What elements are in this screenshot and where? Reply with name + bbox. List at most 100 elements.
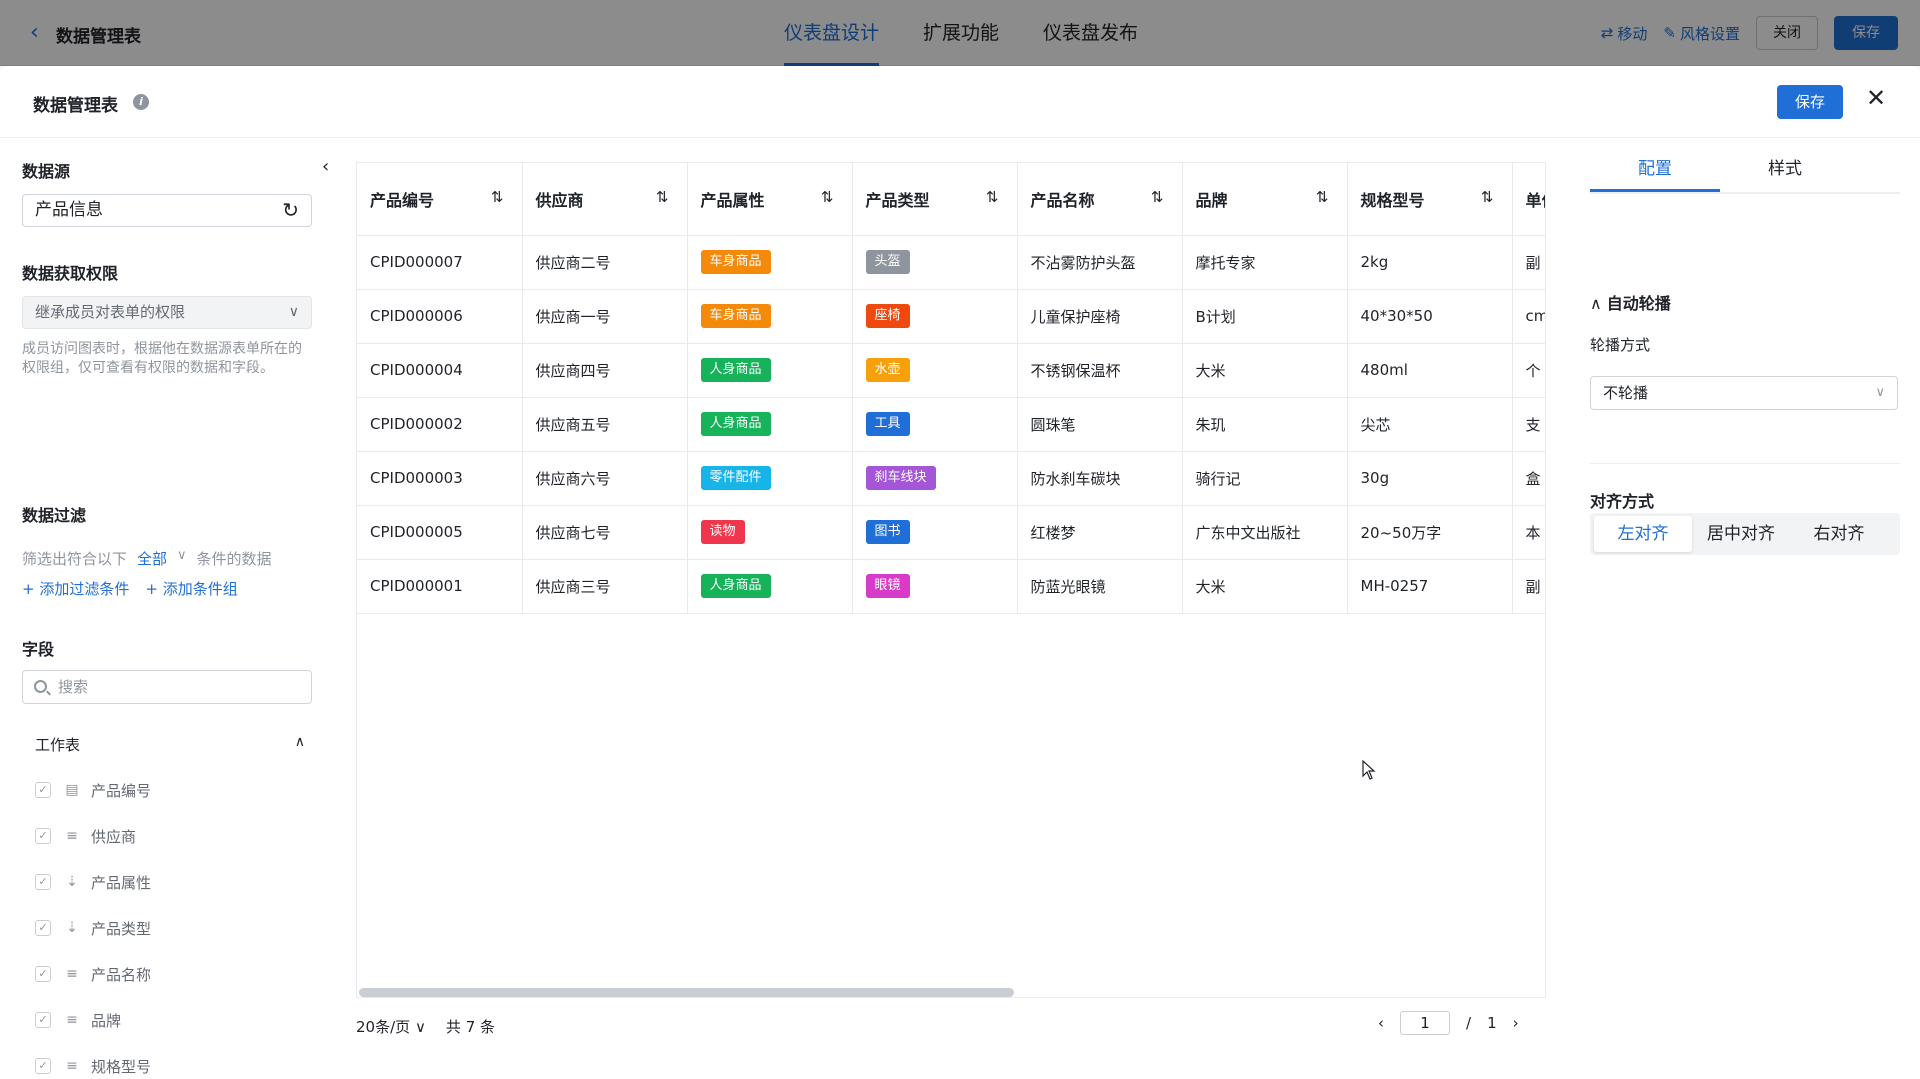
filter-actions: + 添加过滤条件 + 添加条件组 — [22, 578, 238, 599]
checkbox-checked-icon[interactable]: ✓ — [35, 874, 51, 890]
sort-icon[interactable]: ⇅ — [986, 188, 999, 206]
collapse-panel-icon[interactable]: ‹ — [322, 156, 329, 177]
permission-hint: 成员访问图表时，根据他在数据源表单所在的权限组，仅可查看有权限的数据和字段。 — [22, 341, 302, 376]
sort-icon[interactable]: ⇅ — [1316, 188, 1329, 206]
sort-icon[interactable]: ⇅ — [1481, 188, 1494, 206]
align-center-option[interactable]: 居中对齐 — [1692, 516, 1790, 552]
field-search-input[interactable]: 搜索 — [22, 670, 312, 704]
table-cell: CPID000003 — [357, 451, 523, 506]
permission-select[interactable]: 继承成员对表单的权限 ∨ — [22, 296, 312, 329]
column-header[interactable]: 产品名称 ⇅ — [1017, 163, 1183, 236]
sort-icon[interactable]: ⇅ — [821, 188, 834, 206]
sheet-label: 工作表 — [35, 736, 81, 754]
table-cell: 眼镜 — [852, 559, 1018, 614]
table-cell: 个 — [1512, 343, 1545, 398]
field-item[interactable]: ✓ ≡ 品牌 — [35, 1010, 121, 1030]
field-item[interactable]: ✓ ⇣ 产品类型 — [35, 918, 151, 938]
add-group-button[interactable]: + 添加条件组 — [145, 578, 237, 599]
settings-tabs: 配置 样式 — [1590, 154, 1900, 194]
mouse-cursor-icon — [1362, 760, 1376, 780]
column-header[interactable]: 供应商 ⇅ — [522, 163, 688, 236]
checkbox-checked-icon[interactable]: ✓ — [35, 966, 51, 982]
data-table: 产品编号 ⇅ 供应商 ⇅ 产品属性 ⇅ 产品类型 ⇅ 产品名称 ⇅ 品牌 ⇅ 规格型号 ⇅ 单… — [357, 163, 1546, 614]
page-size-select[interactable]: 20条/页 ∨ — [356, 1016, 426, 1037]
text-field-icon: ≡ — [66, 1012, 78, 1028]
option-tag: 读物 — [700, 520, 745, 544]
sort-icon[interactable]: ⇅ — [491, 188, 504, 206]
add-filter-button[interactable]: + 添加过滤条件 — [22, 578, 129, 599]
option-tag: 图书 — [865, 520, 910, 544]
pagination-info: 20条/页 ∨ 共 7 条 — [356, 1016, 495, 1037]
checkbox-checked-icon[interactable]: ✓ — [35, 1058, 51, 1074]
table-row[interactable]: CPID000003 供应商六号 零件配件 刹车线块 防水刹车碳块 骑行记 30g 盒 — [357, 451, 1545, 506]
field-item[interactable]: ✓ ▤ 产品编号 — [35, 780, 151, 800]
permission-value: 继承成员对表单的权限 — [35, 303, 186, 321]
autoplay-section-header[interactable]: ∧ 自动轮播 — [1590, 290, 1671, 314]
option-tag: 车身商品 — [700, 250, 771, 274]
checkbox-checked-icon[interactable]: ✓ — [35, 920, 51, 936]
table-cell: 大米 — [1182, 559, 1348, 614]
table-row[interactable]: CPID000004 供应商四号 人身商品 水壶 不锈钢保温杯 大米 480ml 个 — [357, 343, 1545, 398]
close-icon[interactable]: ✕ — [1864, 86, 1888, 110]
table-body: CPID000007 供应商二号 车身商品 头盔 不沾雾防护头盔 摩托专家 2kg 副 CPID… — [357, 235, 1545, 614]
next-page-icon[interactable]: › — [1513, 1014, 1519, 1032]
table-cell: 供应商五号 — [522, 397, 688, 452]
table-cell: 不沾雾防护头盔 — [1017, 235, 1183, 290]
info-icon[interactable]: i — [133, 94, 149, 110]
modal-backdrop — [0, 0, 1920, 66]
table-row[interactable]: CPID000005 供应商七号 读物 图书 红楼梦 广东中文出版社 20~50万字本 — [357, 505, 1545, 560]
column-header[interactable]: 单位 — [1512, 163, 1546, 236]
page-number-input[interactable]: 1 — [1400, 1011, 1450, 1035]
sort-icon[interactable]: ⇅ — [656, 188, 669, 206]
autoplay-mode-select[interactable]: 不轮播 ∨ — [1590, 376, 1898, 410]
table-row[interactable]: CPID000006供应商一号车身商品 座椅 儿童保护座椅B计划40*30*50cm — [357, 289, 1545, 344]
field-item[interactable]: ✓ ≡ 产品名称 — [35, 964, 151, 984]
filter-match-select[interactable]: 全部 — [137, 548, 167, 569]
table-cell: 座椅 — [852, 289, 1018, 344]
sheet-group-header[interactable]: 工作表 ∧ — [35, 734, 305, 755]
prev-page-icon[interactable]: ‹ — [1378, 1014, 1384, 1032]
table-cell: 2kg — [1347, 235, 1513, 290]
column-header[interactable]: 产品类型 ⇅ — [852, 163, 1018, 236]
checkbox-checked-icon[interactable]: ✓ — [35, 1012, 51, 1028]
chevron-down-icon[interactable]: ∨ — [177, 548, 187, 569]
field-label: 产品名称 — [91, 965, 152, 984]
table-cell: 儿童保护座椅 — [1017, 289, 1183, 344]
table-cell: 支 — [1512, 397, 1545, 452]
tab-style[interactable]: 样式 — [1720, 154, 1850, 192]
column-header[interactable]: 产品属性 ⇅ — [687, 163, 853, 236]
table-cell: 尖芯 — [1347, 397, 1513, 452]
table-cell: 防蓝光眼镜 — [1017, 559, 1183, 614]
align-left-option[interactable]: 左对齐 — [1594, 516, 1692, 552]
column-header[interactable]: 规格型号 ⇅ — [1347, 163, 1513, 236]
column-header[interactable]: 产品编号 ⇅ — [357, 163, 523, 236]
column-header-label: 单位 — [1525, 190, 1546, 210]
field-item[interactable]: ✓ ≡ 供应商 — [35, 826, 136, 846]
checkbox-checked-icon[interactable]: ✓ — [35, 782, 51, 798]
refresh-icon[interactable]: ↻ — [282, 195, 299, 226]
table-row[interactable]: CPID000002 供应商五号 人身商品 工具 圆珠笔 朱玑 尖芯支 — [357, 397, 1545, 452]
table-cell: 广东中文出版社 — [1182, 505, 1348, 560]
table-cell: 480ml — [1347, 343, 1513, 398]
select-field-icon: ⇣ — [66, 874, 78, 890]
table-row[interactable]: CPID000007 供应商二号 车身商品 头盔 不沾雾防护头盔 摩托专家 2kg 副 — [357, 235, 1545, 290]
column-header[interactable]: 品牌 ⇅ — [1182, 163, 1348, 236]
filter-match-value: 全部 — [137, 550, 168, 568]
tab-config[interactable]: 配置 — [1590, 154, 1720, 192]
divider — [1590, 463, 1900, 464]
search-icon — [34, 680, 47, 693]
plus-icon: + — [145, 580, 163, 598]
option-tag: 人身商品 — [700, 412, 771, 436]
field-item[interactable]: ✓ ⇣ 产品属性 — [35, 872, 151, 892]
align-right-option[interactable]: 右对齐 — [1790, 516, 1888, 552]
datasource-select[interactable]: 产品信息 ↻ — [22, 194, 312, 227]
data-table-preview: 产品编号 ⇅ 供应商 ⇅ 产品属性 ⇅ 产品类型 ⇅ 产品名称 ⇅ 品牌 ⇅ 规格型号 ⇅ 单… — [356, 162, 1546, 998]
select-field-icon: ⇣ — [66, 920, 78, 936]
table-row[interactable]: CPID000001 供应商三号 人身商品 眼镜 防蓝光眼镜 大米 MH-0257 副 — [357, 559, 1545, 614]
modal-save-button[interactable]: 保存 — [1777, 85, 1843, 119]
sort-icon[interactable]: ⇅ — [1151, 188, 1164, 206]
horizontal-scrollbar[interactable] — [359, 988, 1014, 997]
checkbox-checked-icon[interactable]: ✓ — [35, 828, 51, 844]
table-cell: 工具 — [852, 397, 1018, 452]
field-item[interactable]: ✓ ≡ 规格型号 — [35, 1056, 151, 1076]
